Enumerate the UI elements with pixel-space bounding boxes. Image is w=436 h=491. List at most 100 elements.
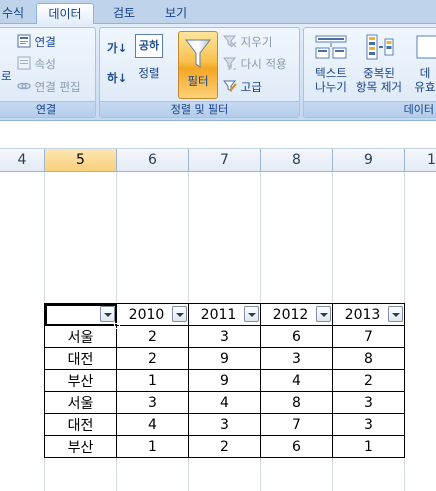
column-header-4[interactable]: 4 bbox=[0, 149, 45, 171]
excel-window: 수식 데이터 검토 보기 로 연결 속성 연결 편집 연결 가↓ 하↓ 공하 정… bbox=[0, 0, 436, 491]
table-cell[interactable]: 서울 bbox=[44, 325, 117, 348]
header-cell-blank[interactable] bbox=[44, 303, 120, 329]
ribbon: 로 연결 속성 연결 편집 연결 가↓ 하↓ 공하 정렬 필터 지우기 다시 적… bbox=[0, 24, 436, 121]
column-header-5[interactable]: 5 bbox=[45, 149, 117, 171]
link-icon bbox=[17, 79, 31, 96]
connections-label: 연결 bbox=[34, 35, 56, 49]
header-cell-2012[interactable]: 2012 bbox=[260, 303, 333, 326]
sort-dialog-icon: 공하 bbox=[135, 34, 163, 58]
table-cell[interactable]: 3 bbox=[116, 391, 189, 414]
sort-filter-group: 가↓ 하↓ 공하 정렬 필터 지우기 다시 적용 고급 정렬 및 필터 bbox=[99, 27, 300, 118]
column-header-9[interactable]: 9 bbox=[333, 149, 405, 171]
header-cell-text: 2010 bbox=[128, 306, 165, 323]
column-header-row: 4 5 6 7 8 9 1 bbox=[0, 149, 436, 172]
reapply-filter-button[interactable]: 다시 적용 bbox=[222, 56, 287, 73]
remove-duplicates-button[interactable]: 중복된 항목 제거 bbox=[355, 34, 403, 94]
table-cell[interactable]: 2 bbox=[116, 325, 189, 348]
column-header-8[interactable]: 8 bbox=[261, 149, 333, 171]
table-cell[interactable]: 9 bbox=[188, 369, 261, 392]
table-cell[interactable]: 4 bbox=[116, 413, 189, 436]
data-tools-group: 텍스트 나누기 중복된 항목 제거 데 유효 데이터 bbox=[303, 27, 436, 118]
table-header-row: 2010 2011 2012 2013 bbox=[44, 303, 405, 329]
tab-review[interactable]: 검토 bbox=[100, 3, 148, 24]
table-cell[interactable]: 부산 bbox=[44, 369, 117, 392]
clear-filter-label: 지우기 bbox=[240, 35, 273, 49]
edit-links-button[interactable]: 연결 편집 bbox=[17, 79, 81, 96]
table-cell[interactable]: 3 bbox=[188, 325, 261, 348]
table-cell[interactable]: 대전 bbox=[44, 347, 117, 370]
table-cell[interactable]: 2 bbox=[332, 369, 405, 392]
remove-duplicates-label-2: 항목 제거 bbox=[356, 80, 402, 94]
table-cell[interactable]: 대전 bbox=[44, 413, 117, 436]
header-cell-2010[interactable]: 2010 bbox=[116, 303, 189, 326]
table-cell[interactable]: 3 bbox=[332, 413, 405, 436]
column-header-6[interactable]: 6 bbox=[117, 149, 189, 171]
table-cell[interactable]: 3 bbox=[188, 413, 261, 436]
table-cell[interactable]: 4 bbox=[188, 391, 261, 414]
header-cell-text: 2012 bbox=[272, 306, 309, 323]
table-row: 대전 4 3 7 3 bbox=[44, 413, 405, 436]
filter-label: 필터 bbox=[187, 74, 209, 88]
column-header-10-partial[interactable]: 1 bbox=[405, 149, 436, 171]
sort-ascending-button[interactable]: 가↓ bbox=[107, 40, 127, 56]
table-cell[interactable]: 1 bbox=[116, 435, 189, 458]
text-to-columns-label-1: 텍스트 bbox=[315, 66, 347, 80]
table-cell[interactable]: 7 bbox=[332, 325, 405, 348]
reapply-filter-label: 다시 적용 bbox=[240, 57, 287, 71]
clear-filter-button[interactable]: 지우기 bbox=[222, 34, 273, 51]
filter-dropdown-icon[interactable] bbox=[388, 306, 403, 322]
data-tools-caption: 데이터 bbox=[304, 101, 436, 117]
table-cell[interactable]: 9 bbox=[188, 347, 261, 370]
sort-descending-button[interactable]: 하↓ bbox=[107, 70, 127, 86]
table-cell[interactable]: 7 bbox=[260, 413, 333, 436]
tab-view[interactable]: 보기 bbox=[152, 3, 200, 24]
header-cell-2011[interactable]: 2011 bbox=[188, 303, 261, 326]
filter-button[interactable]: 필터 bbox=[178, 31, 218, 99]
properties-button[interactable]: 속성 bbox=[17, 56, 56, 73]
reapply-filter-icon bbox=[222, 56, 237, 73]
filter-dropdown-icon[interactable] bbox=[172, 306, 187, 322]
filter-dropdown-icon[interactable] bbox=[316, 306, 331, 322]
connections-group: 로 연결 속성 연결 편집 연결 bbox=[0, 27, 96, 118]
table-cell[interactable]: 1 bbox=[332, 435, 405, 458]
advanced-filter-button[interactable]: 고급 bbox=[222, 79, 262, 96]
remove-duplicates-label-1: 중복된 bbox=[363, 66, 395, 80]
filter-funnel-icon bbox=[184, 38, 212, 70]
refresh-all-button-partial[interactable]: 로 bbox=[1, 68, 12, 84]
table-cell[interactable]: 3 bbox=[332, 391, 405, 414]
tab-data[interactable]: 데이터 bbox=[36, 3, 94, 24]
column-header-7[interactable]: 7 bbox=[189, 149, 261, 171]
data-table: 2010 2011 2012 2013 서울 2 3 6 7 대전 2 9 3 … bbox=[44, 303, 405, 458]
table-cell[interactable]: 8 bbox=[332, 347, 405, 370]
tab-formulas[interactable]: 수식 bbox=[0, 3, 30, 24]
connections-button[interactable]: 연결 bbox=[17, 34, 56, 51]
table-cell[interactable]: 4 bbox=[260, 369, 333, 392]
header-cell-2013[interactable]: 2013 bbox=[332, 303, 405, 326]
table-row: 서울 3 4 8 3 bbox=[44, 391, 405, 414]
table-cell[interactable]: 8 bbox=[260, 391, 333, 414]
header-cell-text: 2011 bbox=[200, 306, 237, 323]
connections-icon bbox=[17, 34, 31, 51]
table-cell[interactable]: 3 bbox=[260, 347, 333, 370]
table-cell[interactable]: 6 bbox=[260, 325, 333, 348]
filter-dropdown-icon[interactable] bbox=[100, 306, 115, 322]
table-cell[interactable]: 서울 bbox=[44, 391, 117, 414]
table-cell[interactable]: 6 bbox=[260, 435, 333, 458]
table-row: 대전 2 9 3 8 bbox=[44, 347, 405, 370]
text-to-columns-label-2: 나누기 bbox=[315, 80, 347, 94]
sort-button[interactable]: 공하 정렬 bbox=[133, 34, 165, 80]
sort-filter-caption: 정렬 및 필터 bbox=[100, 101, 299, 117]
sort-label: 정렬 bbox=[138, 66, 160, 80]
remove-duplicates-icon bbox=[363, 34, 395, 60]
table-cell[interactable]: 1 bbox=[116, 369, 189, 392]
filter-dropdown-icon[interactable] bbox=[244, 306, 259, 322]
properties-icon bbox=[17, 56, 31, 73]
table-cell[interactable]: 2 bbox=[116, 347, 189, 370]
text-to-columns-button[interactable]: 텍스트 나누기 bbox=[307, 34, 355, 94]
data-validation-label-1: 데 bbox=[419, 66, 431, 80]
advanced-filter-icon bbox=[222, 79, 237, 96]
properties-label: 속성 bbox=[34, 57, 56, 71]
table-cell[interactable]: 2 bbox=[188, 435, 261, 458]
data-validation-button[interactable]: 데 유효 bbox=[405, 34, 436, 94]
table-cell[interactable]: 부산 bbox=[44, 435, 117, 458]
